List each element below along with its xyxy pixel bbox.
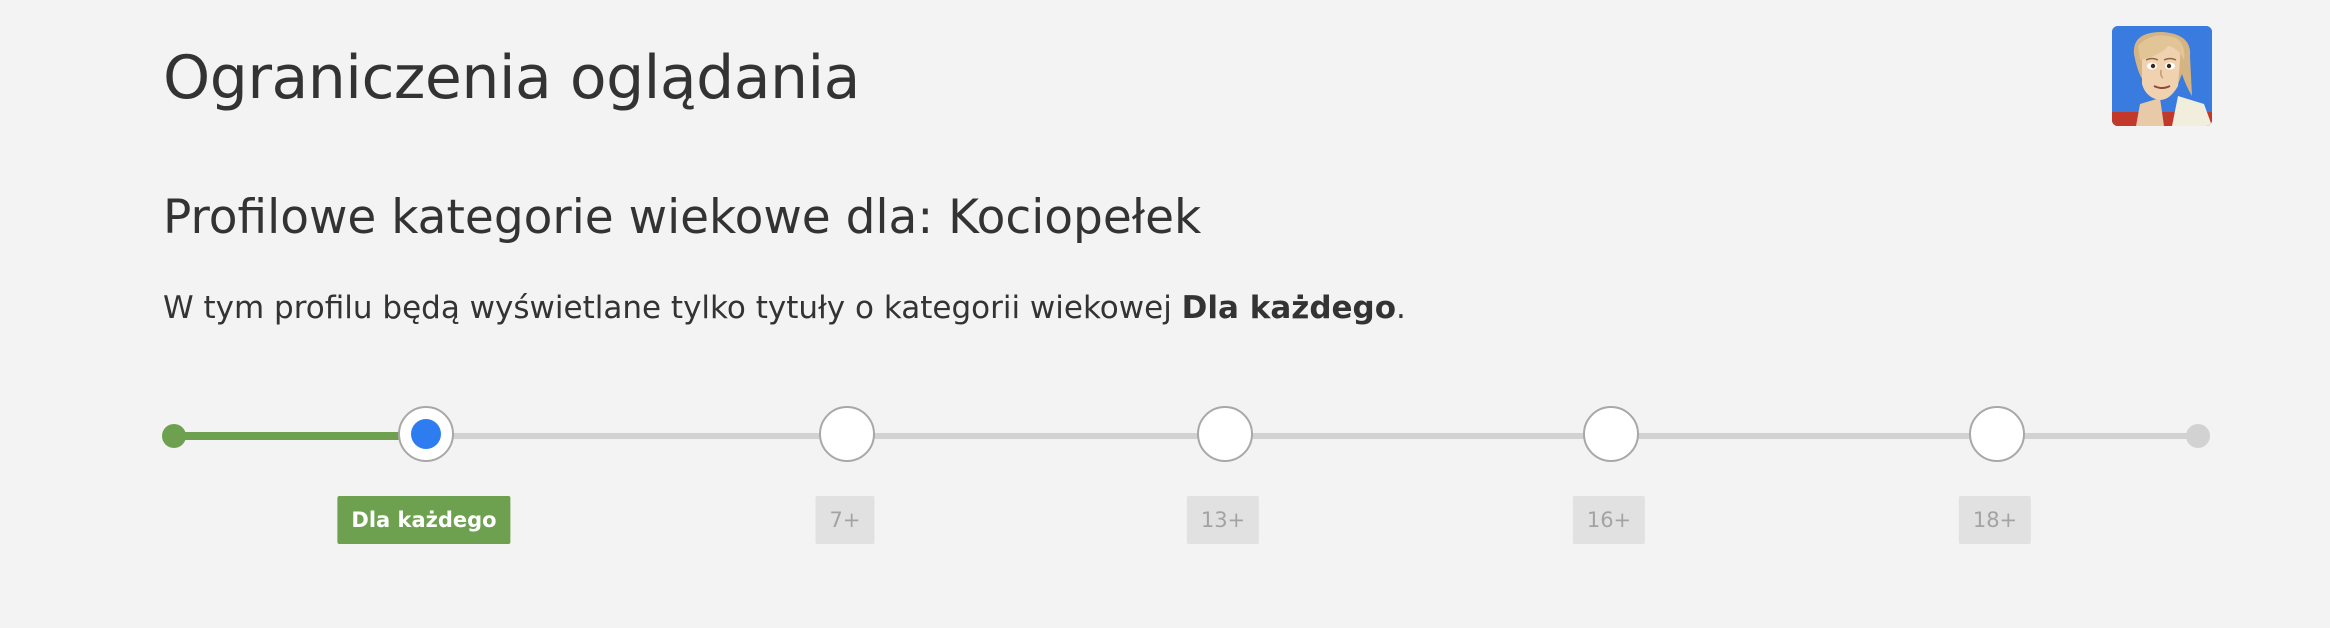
cartoon-character-avatar-icon <box>2112 26 2212 126</box>
slider-track[interactable] <box>176 433 2198 439</box>
slider-end-dot <box>2186 424 2210 448</box>
slider-stop-13[interactable] <box>1197 406 1253 462</box>
rating-label-all[interactable]: Dla każdego <box>337 496 511 544</box>
description-suffix: . <box>1396 290 1406 326</box>
rating-label-18[interactable]: 18+ <box>1958 496 2032 544</box>
page-title: Ograniczenia oglądania <box>163 43 860 113</box>
slider-start-dot <box>162 424 186 448</box>
slider-stop-7[interactable] <box>819 406 875 462</box>
rating-label-16[interactable]: 16+ <box>1572 496 1646 544</box>
section-title: Profilowe kategorie wiekowe dla: Kociope… <box>163 190 1202 245</box>
rating-description: W tym profilu będą wyświetlane tylko tyt… <box>163 288 1406 328</box>
rating-label-7[interactable]: 7+ <box>815 496 875 544</box>
profile-avatar[interactable] <box>2112 26 2212 126</box>
description-selected-rating: Dla każdego <box>1181 290 1397 326</box>
slider-stop-18[interactable] <box>1969 406 2025 462</box>
slider-stop-16[interactable] <box>1583 406 1639 462</box>
description-prefix: W tym profilu będą wyświetlane tylko tyt… <box>163 290 1182 326</box>
slider-selected-indicator <box>411 419 441 449</box>
slider-stop-all[interactable] <box>398 406 454 462</box>
rating-label-13[interactable]: 13+ <box>1186 496 1260 544</box>
slider-track-fill <box>176 432 426 440</box>
maturity-rating-slider[interactable] <box>160 396 2214 476</box>
